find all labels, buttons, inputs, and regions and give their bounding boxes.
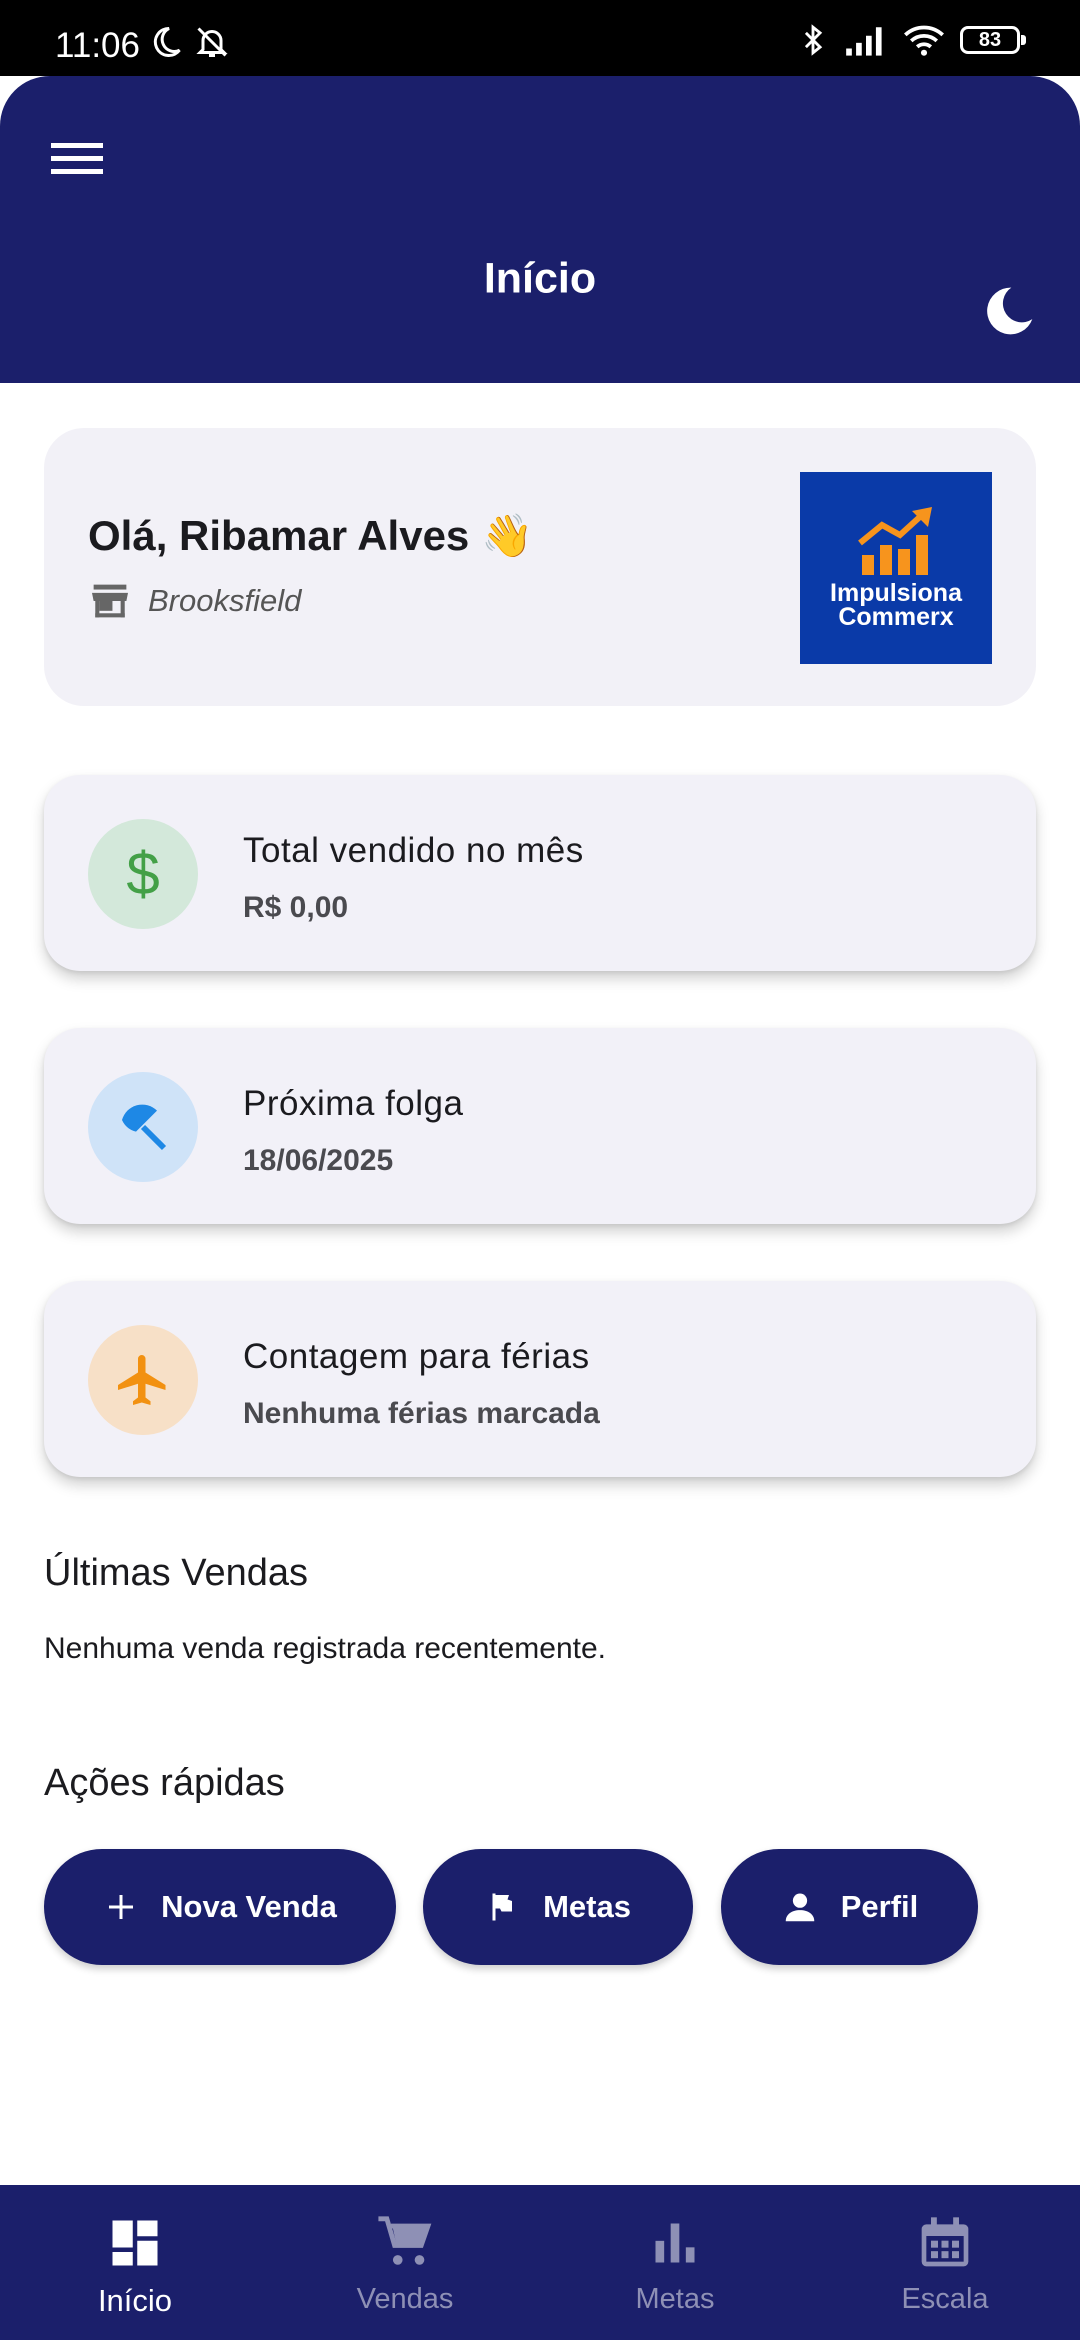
nav-label: Metas: [635, 2283, 715, 2315]
signal-icon: [846, 27, 882, 56]
plus-icon: [109, 1895, 134, 1919]
nav-item-escala[interactable]: Escala: [810, 2185, 1080, 2340]
silent-bell-icon: [196, 27, 228, 57]
status-time: 11:06: [55, 26, 140, 65]
battery-level: 83: [978, 28, 1002, 51]
logo-text-line2: Commerx: [838, 603, 954, 631]
moon-icon: [153, 26, 181, 57]
theme-toggle-button[interactable]: [974, 276, 1044, 346]
store-icon: [92, 584, 128, 618]
nav-label: Início: [97, 2283, 173, 2318]
card-next-day-off[interactable]: Próxima folga 18/06/2025: [44, 1028, 1036, 1224]
profile-label: Perfil: [840, 1889, 919, 1924]
card-title: Total vendido no mês: [243, 831, 584, 870]
card-value: Nenhuma férias marcada: [243, 1397, 600, 1430]
company-logo: Impulsiona Commerx: [800, 472, 992, 664]
bottom-navigation: Início Vendas Metas Escala: [0, 2185, 1080, 2340]
cart-icon: [375, 2213, 435, 2273]
card-title: Próxima folga: [243, 1084, 464, 1123]
greeting-text: Olá, Ribamar Alves 👋: [88, 512, 534, 559]
status-right-icons: 83: [796, 22, 1026, 58]
page-title: Início: [483, 254, 597, 303]
card-title: Contagem para férias: [243, 1337, 590, 1376]
recent-sales-title: Últimas Vendas: [44, 1552, 309, 1594]
person-icon: [785, 1893, 814, 1922]
card-total-sales[interactable]: $ Total vendido no mês R$ 0,00: [44, 775, 1036, 971]
nav-item-metas[interactable]: Metas: [540, 2185, 810, 2340]
store-name: Brooksfield: [148, 583, 302, 618]
growth-chart-icon: [858, 507, 932, 575]
store-row: Brooksfield: [90, 583, 301, 619]
menu-button[interactable]: [44, 126, 110, 192]
status-bar: 11:06 83: [0, 0, 1080, 76]
logo-text: Impulsiona Commerx: [830, 579, 962, 631]
dashboard-icon: [105, 2213, 165, 2273]
new-sale-label: Nova Venda: [161, 1889, 337, 1924]
nav-label: Vendas: [356, 2283, 454, 2315]
card-icon-circle: [88, 1325, 198, 1435]
flag-icon: [492, 1893, 513, 1921]
card-icon-circle: $: [88, 819, 198, 929]
battery-indicator: 83: [960, 26, 1026, 54]
moon-icon: [987, 287, 1033, 335]
card-value: 18/06/2025: [243, 1144, 394, 1177]
new-sale-button[interactable]: Nova Venda: [44, 1849, 396, 1965]
status-left-icons: [148, 24, 230, 60]
nav-item-vendas[interactable]: Vendas: [270, 2185, 540, 2340]
airplane-icon: [118, 1355, 166, 1405]
card-value: R$ 0,00: [243, 891, 349, 924]
nav-item-inicio[interactable]: Início: [0, 2185, 270, 2340]
goals-button[interactable]: Metas: [423, 1849, 693, 1965]
app-bar: Início: [0, 76, 1080, 383]
wifi-icon: [904, 25, 944, 56]
nav-label: Escala: [901, 2283, 989, 2315]
hamburger-icon: [51, 143, 103, 174]
beach-umbrella-icon: [122, 1104, 167, 1151]
bluetooth-icon: [804, 24, 823, 56]
svg-text:$: $: [126, 844, 159, 904]
bar-chart-icon: [645, 2213, 705, 2273]
calendar-icon: [915, 2213, 975, 2273]
quick-actions-title: Ações rápidas: [44, 1762, 285, 1804]
card-icon-circle: [88, 1072, 198, 1182]
goals-label: Metas: [543, 1889, 631, 1924]
card-vacation-countdown[interactable]: Contagem para férias Nenhuma férias marc…: [44, 1281, 1036, 1477]
dollar-icon: $: [126, 844, 159, 904]
logo-text-line1: Impulsiona: [830, 579, 962, 607]
profile-button[interactable]: Perfil: [721, 1849, 978, 1965]
greeting-card: Olá, Ribamar Alves 👋 Brooksfield Impulsi…: [44, 428, 1036, 706]
recent-sales-empty: Nenhuma venda registrada recentemente.: [44, 1632, 607, 1665]
